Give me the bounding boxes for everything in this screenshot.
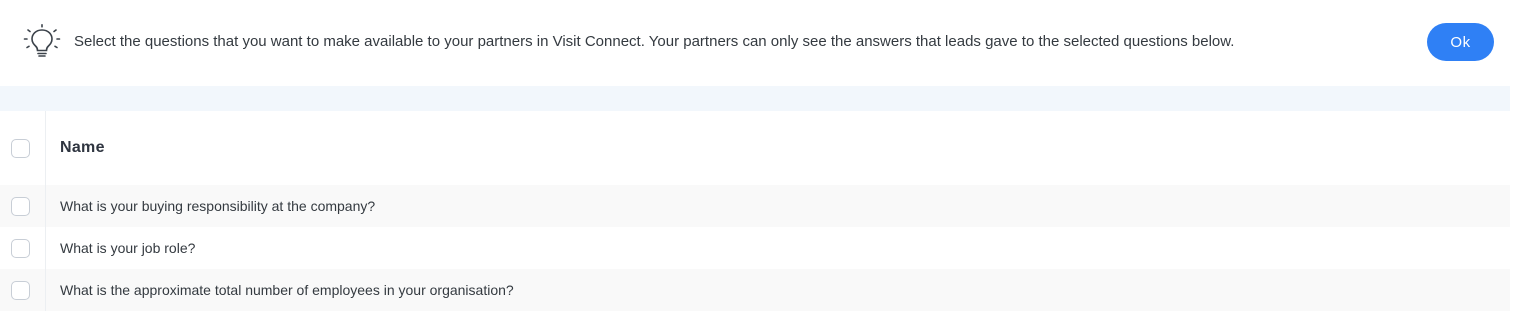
question-name: What is your buying responsibility at th…	[60, 198, 376, 214]
question-name: What is the approximate total number of …	[60, 282, 514, 298]
row-checkbox[interactable]	[11, 280, 30, 300]
info-banner: Select the questions that you want to ma…	[0, 0, 1515, 84]
select-all-cell	[0, 111, 46, 185]
row-checkbox[interactable]	[11, 238, 30, 258]
table-row[interactable]: What is the approximate total number of …	[0, 269, 1510, 311]
row-select-cell	[0, 185, 46, 227]
row-checkbox[interactable]	[11, 196, 30, 216]
column-header-name[interactable]: Name	[46, 139, 105, 157]
question-name: What is your job role?	[60, 240, 196, 256]
lightbulb-icon	[22, 24, 62, 60]
ok-button[interactable]: Ok	[1427, 23, 1494, 61]
table-row[interactable]: What is your buying responsibility at th…	[0, 185, 1510, 227]
table-toolbar-band	[0, 86, 1510, 111]
select-all-checkbox[interactable]	[11, 138, 30, 158]
table-header-row: Name	[0, 111, 1510, 185]
table-row[interactable]: What is your job role?	[0, 227, 1510, 269]
row-select-cell	[0, 269, 46, 311]
row-select-cell	[0, 227, 46, 269]
questions-table: Name What is your buying responsibility …	[0, 111, 1510, 311]
banner-message: Select the questions that you want to ma…	[74, 33, 1235, 50]
